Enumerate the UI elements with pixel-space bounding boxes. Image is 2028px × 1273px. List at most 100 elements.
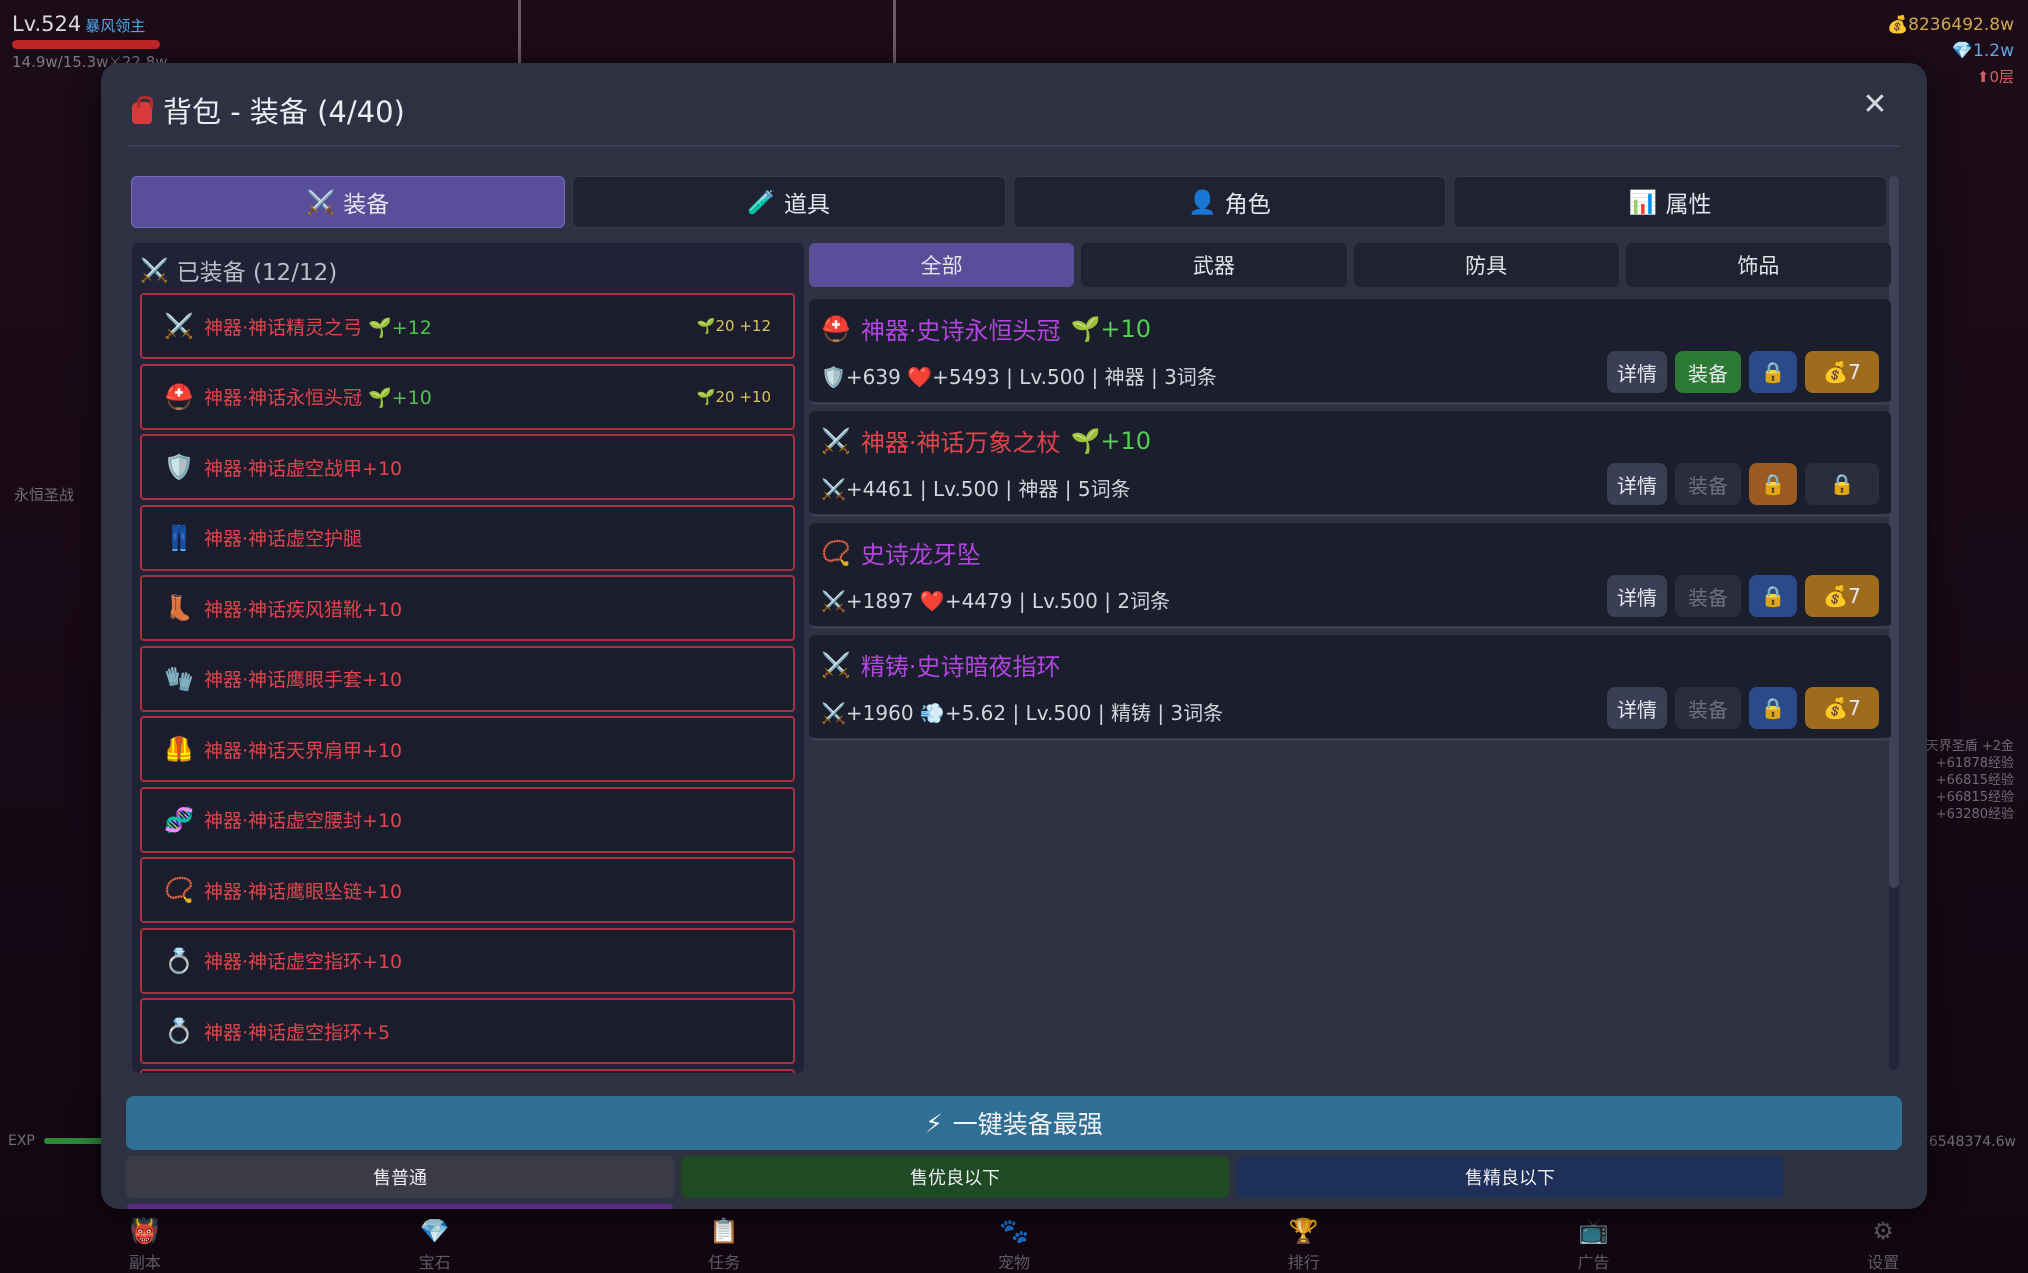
equip-button[interactable]: 装备 [1675, 687, 1741, 729]
item-actions: 详情 装备 🔒 💰7 [1607, 687, 1879, 729]
item-name: 神器·神话疾风猎靴+10 [204, 598, 403, 621]
sell-uncommon-button[interactable]: 售优良以下 [681, 1156, 1229, 1198]
detail-button[interactable]: 详情 [1607, 351, 1667, 393]
battle-label: 永恒圣战 [14, 486, 75, 504]
sell-common-button[interactable]: 售普通 [126, 1156, 674, 1198]
item-name: 神器·神话天界肩甲+10 [204, 739, 403, 762]
item-actions: 详情 装备 🔒 💰7 [1607, 351, 1879, 393]
equipped-title: 已装备 (12/12) [176, 260, 338, 286]
nav-label: 广告 [1577, 1253, 1610, 1272]
item-actions: 详情 装备 🔒 💰7 [1607, 575, 1879, 617]
chart-icon: 📊 [1628, 189, 1658, 216]
item-name: 神器·神话鹰眼坠链+10 [204, 880, 403, 903]
equipped-item-necklace[interactable]: 📿 神器·神话鹰眼坠链+10 [140, 857, 795, 923]
equip-button[interactable]: 装备 [1675, 463, 1741, 505]
sell-button[interactable]: 💰7 [1805, 351, 1879, 393]
filter-tabs: 全部 武器 防具 饰品 [809, 243, 1891, 287]
detail-button[interactable]: 详情 [1607, 687, 1667, 729]
equipped-item-ring-1[interactable]: 💍 神器·神话虚空指环+10 [140, 927, 795, 994]
backpack-modal: 背包 - 装备 (4/40) ✕ ⚔️ 装备 🧪 道具 👤 角色 📊 属性 ⚔️ 已装备… [101, 63, 1927, 1209]
demon-icon: 👹 [129, 1217, 160, 1245]
enhance-badge: 🌱20 +10 [696, 387, 771, 406]
nav-label: 副本 [128, 1253, 161, 1272]
potion-icon: 🧪 [747, 189, 776, 216]
equipped-item-legs[interactable]: 👖 神器·神话虚空护腿 [140, 504, 795, 571]
equip-button[interactable]: 装备 [1675, 575, 1741, 617]
tab-character[interactable]: 👤 角色 [1012, 176, 1447, 228]
equipped-item-belt[interactable]: 🧬 神器·神话虚空腰封+10 [140, 786, 795, 853]
filter-all[interactable]: 全部 [809, 243, 1075, 287]
item-stats: ⚔️+1960 💨+5.62 | Lv.500 | 精铸 | 3词条 [821, 701, 1224, 725]
player-level: Lv.524 [12, 12, 82, 36]
inventory-item[interactable]: ⚔️ 精铸·史诗暗夜指环 ⚔️+1960 💨+5.62 | Lv.500 | 精… [809, 635, 1891, 741]
tab-equipment[interactable]: ⚔️ 装备 [131, 176, 565, 228]
ring-icon: 💍 [164, 1017, 194, 1045]
sell-rare-button[interactable]: 售精良以下 [1236, 1156, 1784, 1198]
equip-button[interactable]: 装备 [1675, 351, 1741, 393]
item-name: 📿 史诗龙牙坠 [821, 538, 981, 570]
item-stats: 🛡️+639 ❤️+5493 | Lv.500 | 神器 | 3词条 [821, 365, 1217, 389]
item-actions: 详情 装备 🔒 🔒 [1607, 463, 1879, 505]
filter-accessories[interactable]: 饰品 [1625, 243, 1891, 287]
swords-icon: ⚔️ [140, 257, 169, 284]
nav-ads[interactable]: 📺 广告 [1449, 1203, 1739, 1273]
background-line [893, 0, 896, 70]
item-name: 神器·神话虚空战甲+10 [204, 457, 403, 480]
nav-pets[interactable]: 🐾 宠物 [869, 1203, 1159, 1273]
tab-attributes[interactable]: 📊 属性 [1453, 176, 1887, 228]
equipped-item-armor[interactable]: 🛡️ 神器·神话虚空战甲+10 [140, 434, 795, 500]
clipboard-icon: 📋 [709, 1217, 740, 1245]
inventory-item[interactable]: ⚔️ 神器·神话万象之杖 🌱+10 ⚔️+4461 | Lv.500 | 神器 |… [809, 411, 1891, 517]
equipped-item-weapon[interactable]: ⚔️ 神器·神话精灵之弓 🌱+12 🌱20 +12 [140, 293, 795, 359]
tab-label: 角色 [1224, 192, 1271, 218]
nav-label: 排行 [1287, 1253, 1320, 1272]
main-tabs: ⚔️ 装备 🧪 道具 👤 角色 📊 属性 [131, 176, 1887, 228]
helmet-icon: ⛑️ [164, 382, 194, 411]
equipped-item-gloves[interactable]: 🧤 神器·神话鹰眼手套+10 [140, 645, 795, 712]
swords-icon: ⚔️ [821, 426, 851, 455]
inventory-item[interactable]: ⛑️ 神器·史诗永恒头冠 🌱+10 🛡️+639 ❤️+5493 | Lv.500… [809, 299, 1891, 405]
item-name: 神器·神话永恒头冠 🌱+10 [204, 387, 432, 409]
filter-armor[interactable]: 防具 [1353, 243, 1619, 287]
nav-gems[interactable]: 💎 宝石 [290, 1203, 580, 1273]
exp-label: EXP [8, 1133, 35, 1149]
lock-button[interactable]: 🔒 [1749, 687, 1797, 729]
equipped-item-boots[interactable]: 👢 神器·神话疾风猎靴+10 [140, 575, 795, 641]
item-name: 神器·神话精灵之弓 🌱+12 [204, 316, 432, 339]
sell-epic-button[interactable] [126, 1204, 674, 1209]
equipped-item-partial[interactable] [140, 1068, 795, 1073]
button-label: 一键装备最强 [952, 1110, 1103, 1139]
tab-items[interactable]: 🧪 道具 [571, 176, 1006, 228]
battle-log: 天界圣盾 +2金 +61878经验 +66815经验 +66815经验 +632… [1926, 738, 2014, 823]
sell-button[interactable]: 🔒 [1805, 463, 1879, 505]
lock-button[interactable]: 🔒 [1749, 351, 1797, 393]
gem-icon: 💎 [419, 1217, 450, 1245]
trophy-icon: 🏆 [1288, 1217, 1319, 1245]
nav-ranking[interactable]: 🏆 排行 [1159, 1203, 1449, 1273]
sell-button[interactable]: 💰7 [1805, 687, 1879, 729]
sell-button[interactable]: 💰7 [1805, 575, 1879, 617]
nav-tasks[interactable]: 📋 任务 [579, 1203, 869, 1273]
lock-button[interactable]: 🔒 [1749, 575, 1797, 617]
paw-icon: 🐾 [999, 1217, 1029, 1245]
sell-row: 售普通 售优良以下 售精良以下 [126, 1156, 1890, 1198]
exp-bar [44, 1138, 104, 1144]
bottom-nav: 👹 副本 💎 宝石 📋 任务 🐾 宠物 🏆 排行 📺 广告 ⚙ 设置 [0, 1203, 2028, 1273]
enhance-badge: 🌱20 +12 [696, 317, 771, 335]
detail-button[interactable]: 详情 [1607, 463, 1667, 505]
gold-counter: 💰8236492.8w [1886, 15, 2014, 35]
equipped-item-shoulders[interactable]: 🦺 神器·神话天界肩甲+10 [140, 716, 795, 782]
detail-button[interactable]: 详情 [1607, 575, 1667, 617]
nav-label: 设置 [1867, 1253, 1900, 1272]
filter-weapons[interactable]: 武器 [1081, 243, 1347, 287]
equip-best-button[interactable]: ⚡ 一键装备最强 [126, 1096, 1902, 1150]
equipped-item-helmet[interactable]: ⛑️ 神器·神话永恒头冠 🌱+10 🌱20 +10 [140, 363, 795, 430]
lock-button[interactable]: 🔒 [1749, 463, 1797, 505]
inventory-item[interactable]: 📿 史诗龙牙坠 ⚔️+1897 ❤️+4479 | Lv.500 | 2词条 详… [809, 523, 1891, 629]
nav-settings[interactable]: ⚙ 设置 [1738, 1203, 2028, 1273]
nav-dungeon[interactable]: 👹 副本 [0, 1203, 290, 1273]
exp-value: 76548374.6w [1919, 1134, 2016, 1150]
close-button[interactable]: ✕ [1855, 85, 1895, 125]
equipped-item-ring-2[interactable]: 💍 神器·神话虚空指环+5 [140, 998, 795, 1064]
swords-icon: ⚔️ [164, 312, 194, 340]
